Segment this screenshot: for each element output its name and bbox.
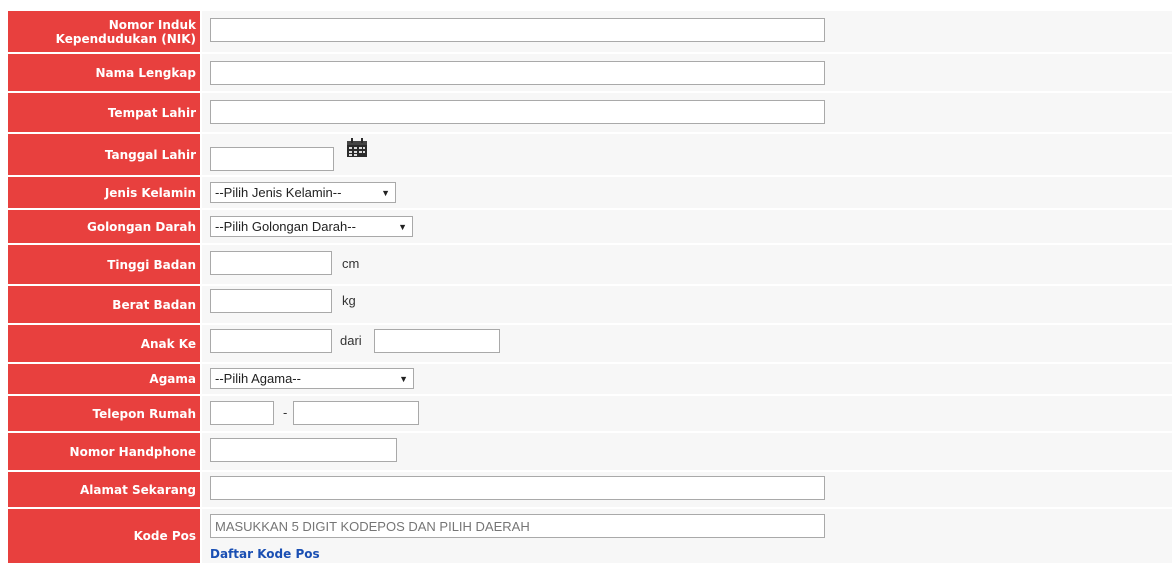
label-berat-badan: Berat Badan [8,286,200,323]
telepon-area-input[interactable] [210,401,274,425]
telepon-number-input[interactable] [293,401,419,425]
nik-input[interactable] [210,18,825,42]
row-alamat: Alamat Sekarang [0,472,1172,508]
row-handphone: Nomor Handphone [0,433,1172,471]
label-telepon-rumah: Telepon Rumah [8,396,200,431]
row-nama: Nama Lengkap [0,54,1172,92]
golongan-darah-select[interactable]: --Pilih Golongan Darah-- ▼ [210,216,413,237]
row-jenis-kelamin: Jenis Kelamin --Pilih Jenis Kelamin-- ▼ [0,177,1172,209]
field-cell-tinggi-badan: cm [202,245,1172,285]
dropdown-arrow-icon: ▼ [381,187,390,198]
field-cell-golongan-darah: --Pilih Golongan Darah-- ▼ [202,210,1172,244]
row-nik: Nomor Induk Kependudukan (NIK) [0,11,1172,53]
label-jenis-kelamin: Jenis Kelamin [8,177,200,208]
row-tinggi-badan: Tinggi Badan cm [0,245,1172,285]
label-nama: Nama Lengkap [8,54,200,91]
berat-unit: kg [342,293,356,308]
row-tempat-lahir: Tempat Lahir [0,93,1172,133]
field-cell-telepon-rumah: - [202,396,1172,432]
tinggi-unit: cm [342,256,360,271]
label-anak-ke: Anak Ke [8,325,200,362]
agama-selected: --Pilih Agama-- [215,371,301,386]
handphone-input[interactable] [210,438,397,462]
kode-pos-input[interactable] [210,514,825,538]
label-tempat-lahir: Tempat Lahir [8,93,200,132]
label-nik: Nomor Induk Kependudukan (NIK) [8,11,200,52]
row-kode-pos: Kode Pos Daftar Kode Pos [0,509,1172,564]
label-agama: Agama [8,364,200,394]
dropdown-arrow-icon: ▼ [398,221,407,232]
field-cell-agama: --Pilih Agama-- ▼ [202,364,1172,395]
field-cell-handphone [202,433,1172,471]
row-agama: Agama --Pilih Agama-- ▼ [0,364,1172,395]
label-handphone: Nomor Handphone [8,433,200,470]
jenis-kelamin-select[interactable]: --Pilih Jenis Kelamin-- ▼ [210,182,396,203]
berat-badan-input[interactable] [210,289,332,313]
jenis-kelamin-selected: --Pilih Jenis Kelamin-- [215,185,342,200]
anak-ke-separator: dari [340,333,362,348]
row-telepon-rumah: Telepon Rumah - [0,396,1172,432]
label-tinggi-badan: Tinggi Badan [8,245,200,284]
field-cell-tanggal-lahir [202,134,1172,176]
field-cell-tempat-lahir [202,93,1172,133]
alamat-input[interactable] [210,476,825,500]
row-golongan-darah: Golongan Darah --Pilih Golongan Darah-- … [0,210,1172,244]
field-cell-nama [202,54,1172,92]
label-tanggal-lahir: Tanggal Lahir [8,134,200,175]
row-berat-badan: Berat Badan kg [0,286,1172,324]
row-anak-ke: Anak Ke dari [0,325,1172,363]
dropdown-arrow-icon: ▼ [399,373,408,384]
tempat-lahir-input[interactable] [210,100,825,124]
anak-ke-input[interactable] [210,329,332,353]
label-kode-pos: Kode Pos [8,509,200,563]
field-cell-anak-ke: dari [202,325,1172,363]
telepon-separator: - [283,405,288,420]
field-cell-berat-badan: kg [202,286,1172,324]
daftar-kode-pos-link[interactable]: Daftar Kode Pos [210,547,320,561]
field-cell-alamat [202,472,1172,508]
agama-select[interactable]: --Pilih Agama-- ▼ [210,368,414,389]
anak-ke-dari-input[interactable] [374,329,500,353]
nama-input[interactable] [210,61,825,85]
field-cell-kode-pos: Daftar Kode Pos [202,509,1172,564]
field-cell-nik [202,11,1172,53]
tinggi-badan-input[interactable] [210,251,332,275]
calendar-icon[interactable] [346,138,368,158]
golongan-darah-selected: --Pilih Golongan Darah-- [215,219,356,234]
label-golongan-darah: Golongan Darah [8,210,200,243]
tanggal-lahir-input[interactable] [210,147,334,171]
row-tanggal-lahir: Tanggal Lahir [0,134,1172,176]
label-alamat: Alamat Sekarang [8,472,200,507]
field-cell-jenis-kelamin: --Pilih Jenis Kelamin-- ▼ [202,177,1172,209]
